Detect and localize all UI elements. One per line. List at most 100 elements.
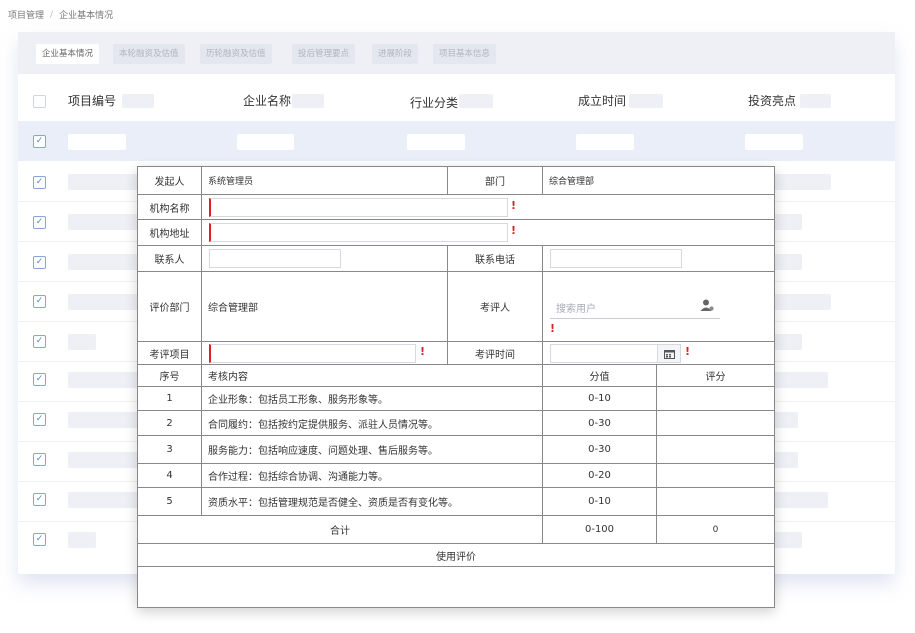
col-score-header: 评分 [657, 365, 774, 387]
row-checkbox[interactable]: ✓ [33, 335, 46, 348]
cell-placeholder [68, 254, 138, 270]
header-placeholder [122, 94, 154, 108]
row-checkbox[interactable]: ✓ [33, 533, 46, 546]
score-row-range: 0-10 [543, 387, 657, 411]
row-checkbox[interactable]: ✓ [33, 216, 46, 229]
tab-post-investment[interactable]: 投后管理要点 [292, 44, 356, 64]
initiator-label: 发起人 [138, 167, 202, 195]
header-founded: 成立时间 [578, 94, 627, 108]
evaluator-label: 考评人 [448, 272, 543, 342]
score-row-input[interactable] [657, 436, 774, 464]
cell-placeholder [774, 372, 828, 388]
row-checkbox[interactable]: ✓ [33, 373, 46, 386]
row-checkbox[interactable]: ✓ [33, 493, 46, 506]
breadcrumb-separator: / [50, 9, 54, 20]
contact-input[interactable] [209, 249, 341, 268]
cell-placeholder [745, 134, 803, 150]
phone-input[interactable] [550, 249, 682, 268]
usage-textarea[interactable] [138, 567, 774, 605]
required-mark: ! [511, 199, 517, 212]
cell-placeholder [407, 134, 465, 150]
score-row-range: 0-20 [543, 464, 657, 488]
select-all-checkbox[interactable] [33, 95, 46, 108]
cell-placeholder [774, 214, 802, 230]
breadcrumb-current: 企业基本情况 [59, 11, 114, 21]
tab-current-financing[interactable]: 本轮融资及估值 [113, 44, 185, 64]
score-row-input[interactable] [657, 387, 774, 411]
eval-dept-value: 综合管理部 [202, 272, 448, 342]
score-row-input[interactable] [657, 464, 774, 488]
initiator-value: 系统管理员 [202, 167, 448, 195]
cell-placeholder [237, 134, 294, 150]
required-mark: ! [685, 345, 691, 358]
evaluation-dialog: 发起人 系统管理员 部门 综合管理部 机构名称 ! 机构地址 ! 联系人 联系电… [137, 166, 775, 608]
cell-placeholder [68, 294, 138, 310]
tab-project-info[interactable]: 项目基本信息 [433, 44, 497, 64]
phone-label: 联系电话 [448, 246, 543, 272]
score-row-no: 4 [138, 464, 202, 488]
cell-placeholder [68, 532, 96, 548]
header-project-no: 项目编号 [68, 94, 117, 108]
cell-placeholder [774, 492, 828, 508]
score-row-no: 2 [138, 411, 202, 436]
row-checkbox[interactable]: ✓ [33, 413, 46, 426]
score-row-no: 3 [138, 436, 202, 464]
dept-value: 综合管理部 [543, 167, 774, 195]
contact-label: 联系人 [138, 246, 202, 272]
org-name-input[interactable] [209, 198, 508, 217]
org-name-label: 机构名称 [138, 195, 202, 220]
cell-placeholder [68, 134, 126, 150]
col-range-header: 分值 [543, 365, 657, 387]
cell-placeholder [774, 254, 802, 270]
row-checkbox[interactable]: ✓ [33, 256, 46, 269]
score-row-input[interactable] [657, 488, 774, 516]
score-row-range: 0-30 [543, 411, 657, 436]
header-placeholder [800, 94, 831, 108]
header-company: 企业名称 [243, 94, 292, 108]
eval-item-input[interactable] [209, 344, 416, 363]
dept-label: 部门 [448, 167, 543, 195]
tab-history-financing[interactable]: 历轮融资及估值 [200, 44, 272, 64]
total-label: 合计 [138, 516, 543, 544]
col-content-header: 考核内容 [202, 365, 543, 387]
score-row-content: 合作过程：包括综合协调、沟通能力等。 [202, 464, 543, 488]
calendar-icon[interactable] [657, 344, 681, 363]
cell-placeholder [68, 334, 96, 350]
eval-item-label: 考评项目 [138, 342, 202, 365]
cell-placeholder [68, 214, 138, 230]
total-score: 0 [657, 516, 774, 544]
row-checkbox[interactable]: ✓ [33, 453, 46, 466]
eval-dept-label: 评价部门 [138, 272, 202, 342]
score-row-no: 5 [138, 488, 202, 516]
tab-company-info[interactable]: 企业基本情况 [36, 44, 100, 64]
tab-progress[interactable]: 进展阶段 [372, 44, 419, 64]
cell-placeholder [774, 334, 802, 350]
score-row-content: 企业形象：包括员工形象、服务形象等。 [202, 387, 543, 411]
col-no-header: 序号 [138, 365, 202, 387]
breadcrumb-root[interactable]: 项目管理 [8, 8, 44, 21]
score-row-content: 合同履约：包括按约定提供服务、派驻人员情况等。 [202, 411, 543, 436]
cell-placeholder [774, 412, 798, 428]
cell-placeholder [774, 532, 802, 548]
row-checkbox[interactable]: ✓ [33, 176, 46, 189]
org-addr-label: 机构地址 [138, 220, 202, 246]
evaluator-search-input[interactable]: 搜索用户 [556, 300, 596, 315]
eval-time-input[interactable] [550, 344, 658, 363]
cell-placeholder [774, 174, 831, 190]
header-placeholder [292, 94, 324, 108]
user-icon[interactable] [700, 299, 714, 311]
evaluator-underline [550, 318, 720, 319]
usage-label: 使用评价 [138, 544, 774, 567]
score-row-input[interactable] [657, 411, 774, 436]
required-mark: ! [420, 345, 426, 358]
score-row-content: 服务能力：包括响应速度、问题处理、售后服务等。 [202, 436, 543, 464]
breadcrumb: 项目管理 / 企业基本情况 [8, 8, 114, 22]
required-mark: ! [550, 322, 556, 335]
row-checkbox[interactable]: ✓ [33, 135, 46, 148]
row-checkbox[interactable]: ✓ [33, 295, 46, 308]
cell-placeholder [68, 452, 138, 468]
cell-placeholder [774, 294, 831, 310]
cell-placeholder [68, 492, 138, 508]
score-row-no: 1 [138, 387, 202, 411]
org-addr-input[interactable] [209, 223, 508, 242]
